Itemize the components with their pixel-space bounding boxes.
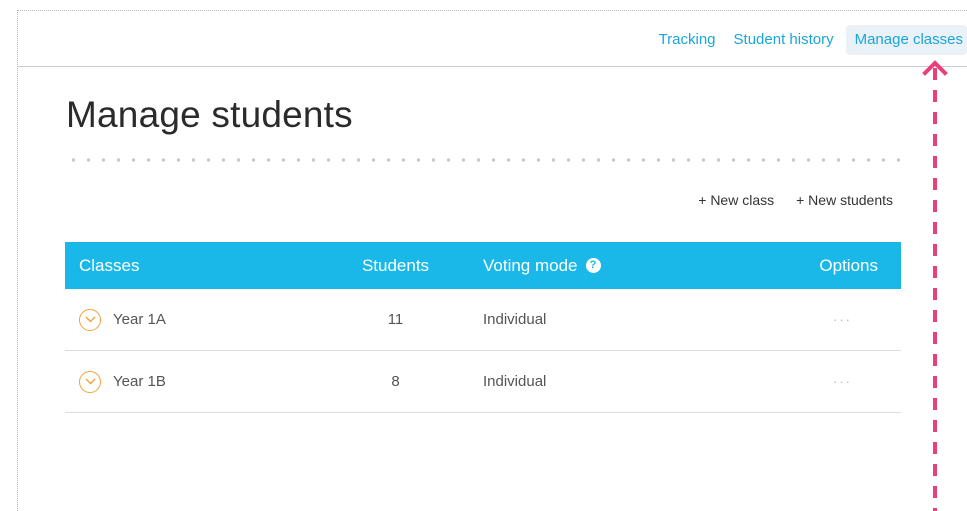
row-options-cell: ··· [699,311,901,328]
row-voting-mode: Individual [483,311,547,328]
row-class-name: Year 1B [113,373,166,390]
action-bar: + New class + New students [698,192,893,208]
row-class-cell: Year 1A [65,308,342,331]
nav-item-tracking[interactable]: Tracking [650,25,725,55]
title-dotted-divider [66,157,901,163]
row-class-cell: Year 1B [65,370,342,393]
ellipsis-icon[interactable]: ··· [833,312,877,327]
header-students: Students [361,255,430,275]
new-students-button[interactable]: + New students [796,192,893,208]
table-row: Year 1B 8 Individual ··· [65,351,901,413]
dashed-arrow-up-icon [922,60,948,511]
nav-item-manage-classes[interactable]: Manage classes [845,25,967,55]
nav-item-student-history[interactable]: Student history [725,25,843,55]
new-class-button[interactable]: + New class [698,192,774,208]
nav-divider [17,66,967,67]
classes-table: Classes Students Voting mode ? Options Y… [65,242,901,413]
header-classes: Classes [79,255,140,275]
header-voting-mode: Voting mode ? [449,256,699,276]
ellipsis-icon[interactable]: ··· [833,374,877,389]
page-left-border [17,10,18,511]
header-options: Options [819,255,878,275]
chevron-down-circle-icon[interactable] [79,308,101,331]
row-student-count: 11 [387,311,404,328]
table-header: Classes Students Voting mode ? Options [65,242,901,289]
row-student-count: 8 [391,373,400,390]
header-voting-mode-label: Voting mode [483,255,578,275]
table-row: Year 1A 11 Individual ··· [65,289,901,351]
page-top-border [17,10,967,11]
chevron-down-circle-icon[interactable] [79,370,101,393]
row-class-name: Year 1A [113,311,166,328]
question-circle-icon[interactable]: ? [585,258,601,273]
row-voting-mode: Individual [483,373,547,390]
app-window: Tracking Student history Manage classes … [0,0,967,511]
page-title: Manage students [66,94,353,135]
top-navigation: Tracking Student history Manage classes [650,24,967,56]
row-options-cell: ··· [699,373,901,390]
